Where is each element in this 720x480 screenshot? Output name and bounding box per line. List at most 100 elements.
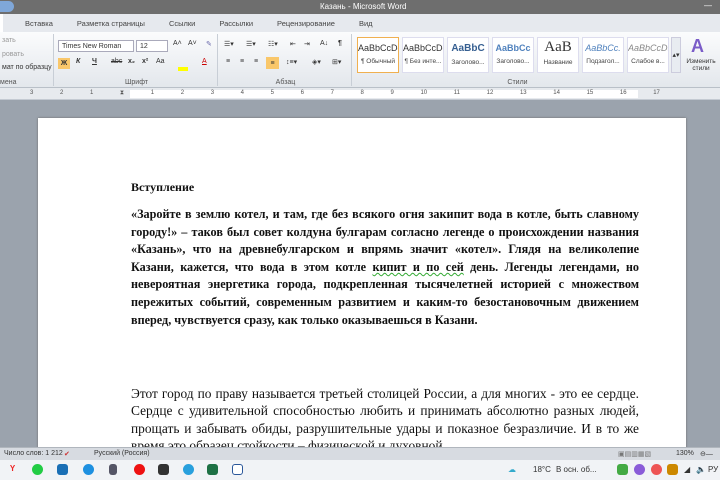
calculator-icon[interactable] [109, 464, 117, 475]
minimize-button[interactable]: — [704, 1, 712, 10]
ruler-tick: 16 [619, 90, 627, 96]
numbering-icon[interactable]: ☰▾ [246, 40, 256, 48]
shading-icon[interactable]: ◈▾ [312, 58, 321, 66]
clear-format-icon[interactable]: ✎ [206, 40, 212, 48]
styles-scroll[interactable]: ▴▾ [671, 37, 681, 73]
increase-indent-icon[interactable]: ⇥ [304, 40, 310, 48]
underline-button[interactable]: Ч [92, 58, 97, 65]
document-page[interactable]: Вступление «Заройте в землю котел, и там… [38, 118, 686, 458]
paragraph-label: Абзац [275, 79, 296, 86]
volume-icon[interactable]: 🔈 [696, 465, 706, 474]
style-sample: AaBbC [451, 43, 485, 54]
style-name: Подзагол... [586, 58, 620, 65]
grammar-error[interactable]: кипит и по сей [372, 260, 463, 274]
tray-icon[interactable] [651, 464, 662, 475]
horizontal-ruler[interactable]: 3 2 1 ⧗ 1 2 3 4 5 6 7 8 9 10 11 12 13 14 15 16 17 [0, 88, 720, 100]
tab-view[interactable]: Вид [359, 19, 373, 28]
style-sample: AaBbCc [495, 43, 531, 53]
ruler-tick: 3 [30, 90, 34, 96]
ruler-tick: 11 [453, 90, 461, 96]
indent-marker[interactable]: ⧗ [120, 90, 124, 97]
paragraph-1: «Заройте в землю котел, и там, где без в… [131, 206, 639, 329]
tab-review[interactable]: Рецензирование [277, 19, 335, 28]
font-color-button[interactable]: A [202, 58, 207, 65]
borders-icon[interactable]: ⊞▾ [332, 58, 341, 66]
style-sample: AaB [544, 39, 572, 55]
change-styles-button[interactable]: Изменить стили [681, 58, 720, 72]
view-buttons[interactable]: ▣▤▥▦▧ [618, 450, 651, 458]
proofing-icon[interactable]: ✔ [64, 450, 70, 458]
weather-temp[interactable]: 18°C [533, 465, 551, 474]
tab-page-layout[interactable]: Разметка страницы [77, 19, 145, 28]
style-no-spacing[interactable]: AaBbCcDc ¶ Без инте... [402, 37, 444, 73]
ruler-tick: 1 [150, 90, 155, 96]
weather-text[interactable]: В осн. об... [556, 465, 597, 474]
tab-insert[interactable]: Вставка [25, 19, 53, 28]
format-painter-button[interactable]: мат по образцу [2, 64, 52, 71]
cut-button[interactable]: зать [2, 37, 16, 44]
mail-icon[interactable] [57, 464, 68, 475]
tray-icon[interactable] [617, 464, 628, 475]
language[interactable]: Русский (Россия) [94, 450, 150, 457]
ruler-tick: 2 [180, 90, 185, 96]
style-subtitle[interactable]: AaBbCc. Подзагол... [582, 37, 624, 73]
align-right-icon[interactable]: ≡ [254, 58, 258, 65]
change-styles-icon[interactable]: A [691, 36, 704, 57]
status-bar: Число слов: 1 212 ✔ Русский (Россия) ▣▤▥… [0, 447, 720, 460]
zoom-level[interactable]: 130% [676, 450, 694, 457]
yandex-icon[interactable]: Y [7, 464, 18, 475]
line-spacing-icon[interactable]: ↕≡▾ [286, 58, 297, 66]
style-sample: AaBbCcDc [358, 43, 398, 53]
show-marks-button[interactable]: ¶ [338, 40, 342, 47]
quick-access-icon[interactable] [0, 1, 14, 12]
change-case-button[interactable]: Aa [156, 58, 165, 65]
bold-button[interactable]: Ж [58, 58, 70, 69]
skype-icon[interactable] [83, 464, 94, 475]
style-heading-1[interactable]: AaBbC Заголово... [447, 37, 489, 73]
tab-mailings[interactable]: Рассылки [219, 19, 253, 28]
strikethrough-button[interactable]: abc [111, 58, 122, 65]
opera-icon[interactable] [134, 464, 145, 475]
shield-icon[interactable] [667, 464, 678, 475]
ruler-tick: 17 [653, 90, 660, 96]
viber-icon[interactable] [634, 464, 645, 475]
ruler-tick: 15 [586, 90, 594, 96]
whatsapp-icon[interactable] [32, 464, 43, 475]
style-normal[interactable]: AaBbCcDc ¶ Обычный [357, 37, 399, 73]
align-left-icon[interactable]: ≡ [226, 58, 230, 65]
highlight-button[interactable] [178, 67, 188, 71]
shrink-font-button[interactable]: A˅ [188, 40, 197, 47]
tab-file[interactable] [0, 14, 3, 32]
bullets-icon[interactable]: ☰▾ [224, 40, 234, 48]
font-size-select[interactable]: 12 [136, 40, 168, 52]
multilevel-list-icon[interactable]: ☷▾ [268, 40, 278, 48]
font-group: Times New Roman 12 A˄ A˅ ✎ Ж К Ч abc x₂ … [56, 34, 218, 86]
ruler-tick: 4 [240, 90, 244, 96]
word-count[interactable]: Число слов: 1 212 [4, 450, 63, 457]
style-title[interactable]: AaB Название [537, 37, 579, 73]
grow-font-button[interactable]: A˄ [173, 40, 182, 47]
superscript-button[interactable]: x² [142, 58, 148, 65]
justify-icon[interactable]: ≡ [266, 57, 279, 69]
font-name-select[interactable]: Times New Roman [58, 40, 134, 52]
app-icon[interactable] [158, 464, 169, 475]
ruler-tick: 5 [270, 90, 274, 96]
window-title: Казань - Microsoft Word [320, 2, 407, 11]
network-icon[interactable]: ◢ [684, 465, 690, 474]
style-subtle-emphasis[interactable]: AaBbCcDt Слабое в... [627, 37, 669, 73]
paragraph-2: Этот город по праву называется третьей с… [131, 386, 639, 453]
tab-references[interactable]: Ссылки [169, 19, 195, 28]
word-icon[interactable] [232, 464, 243, 475]
decrease-indent-icon[interactable]: ⇤ [290, 40, 296, 48]
input-language[interactable]: РУ [708, 465, 718, 474]
style-heading-2[interactable]: AaBbCc Заголово... [492, 37, 534, 73]
copy-button[interactable]: ровать [2, 51, 24, 58]
zoom-out-button[interactable]: ⊖— [700, 450, 713, 458]
align-center-icon[interactable]: ≡ [240, 58, 244, 65]
sort-icon[interactable]: A↓ [320, 40, 328, 47]
telegram-icon[interactable] [183, 464, 194, 475]
excel-icon[interactable] [207, 464, 218, 475]
style-name: Заголово... [451, 59, 485, 66]
italic-button[interactable]: К [76, 58, 80, 65]
subscript-button[interactable]: x₂ [128, 58, 135, 65]
